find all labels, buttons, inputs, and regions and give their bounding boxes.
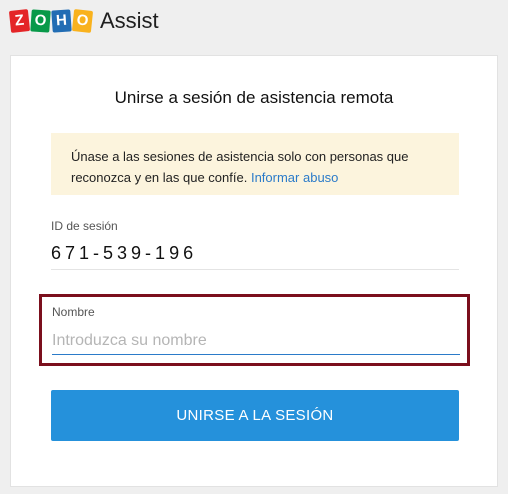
logo-letter-o-2: O (71, 9, 94, 33)
logo-letter-h: H (51, 9, 72, 33)
join-session-card: Unirse a sesión de asistencia remota Úna… (10, 55, 498, 487)
join-session-button[interactable]: UNIRSE A LA SESIÓN (51, 390, 459, 441)
notice-text: Únase a las sesiones de asistencia solo … (71, 149, 409, 185)
product-name: Assist (100, 8, 159, 33)
page-title: Unirse a sesión de asistencia remota (114, 88, 394, 107)
name-label: Nombre (52, 305, 95, 319)
session-id-value: 671-539-196 (51, 243, 198, 263)
zoho-assist-logo: Z O H O Assist (8, 8, 159, 34)
app-header: Z O H O Assist (0, 0, 508, 48)
name-field-highlight: Nombre (39, 294, 470, 366)
name-input[interactable] (52, 327, 460, 355)
safety-notice: Únase a las sesiones de asistencia solo … (51, 133, 459, 195)
logo-letter-z: Z (8, 9, 31, 33)
logo-letter-o: O (30, 9, 51, 33)
session-id-divider (51, 269, 459, 270)
session-id-label: ID de sesión (51, 219, 118, 233)
report-abuse-link[interactable]: Informar abuso (251, 170, 338, 185)
